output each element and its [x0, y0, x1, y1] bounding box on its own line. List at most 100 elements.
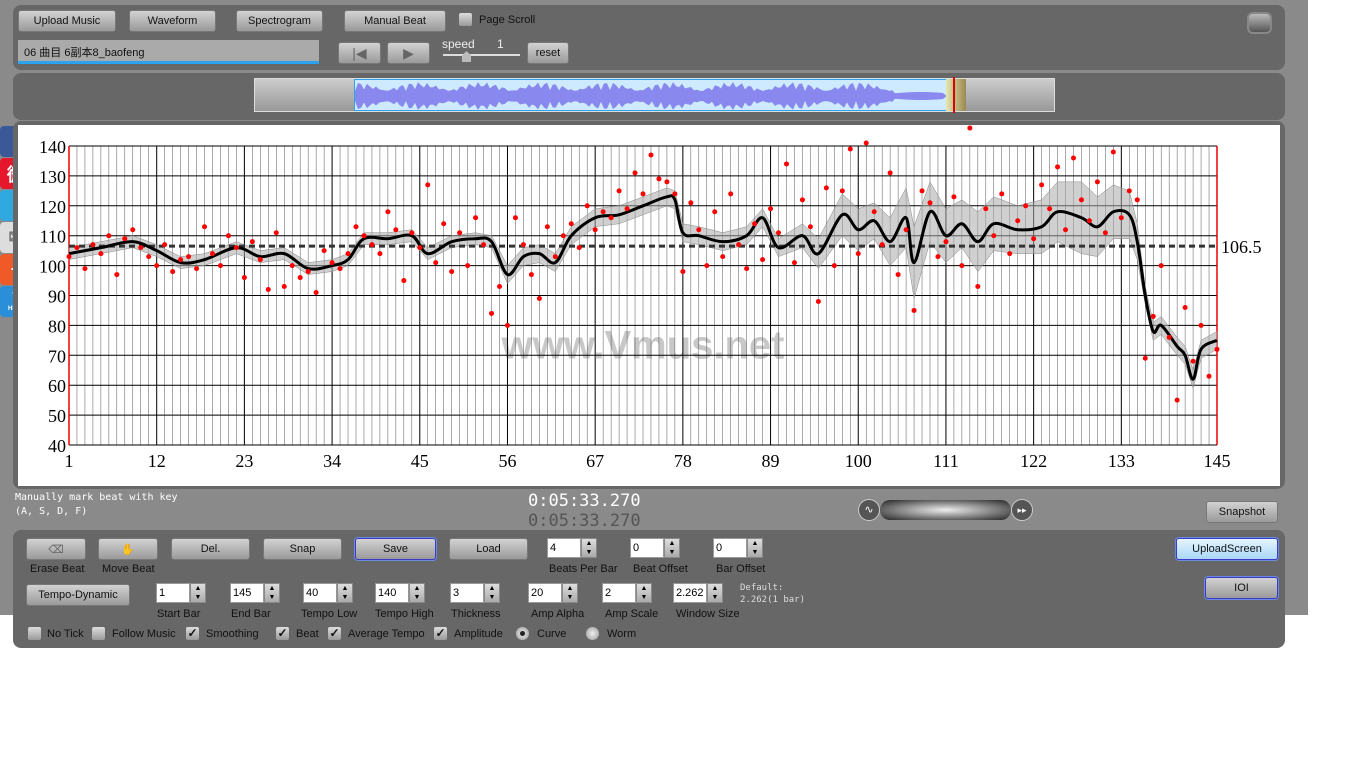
end-bar-stepper[interactable]: 145 ▲ ▼	[230, 583, 280, 605]
tempo-low-label: Tempo Low	[301, 608, 358, 620]
controls-panel: ⌫ Erase Beat ✋ Move Beat Del. Snap Save …	[13, 530, 1285, 648]
stepper-arrows-icon[interactable]: ▲ ▼	[747, 538, 763, 558]
beat-point	[592, 227, 598, 233]
beats-per-bar-value[interactable]: 4	[547, 538, 581, 558]
tempo-low-stepper[interactable]: 40 ▲ ▼	[303, 583, 353, 605]
erase-beat-button[interactable]: ⌫	[26, 538, 86, 560]
stepper-arrows-icon[interactable]: ▲ ▼	[636, 583, 652, 603]
beat-point	[935, 254, 941, 260]
zoom-slider[interactable]	[880, 500, 1011, 520]
manual-beat-button[interactable]: Manual Beat	[344, 10, 446, 32]
stepper-arrows-icon[interactable]: ▲ ▼	[409, 583, 425, 603]
beat-point	[720, 254, 726, 260]
tempo-dynamic-button[interactable]: Tempo-Dynamic	[26, 584, 130, 606]
worm-radio[interactable]	[586, 627, 599, 640]
tempo-chart[interactable]: www.Vmus.net 40 50 60 70 80 90 100 110 120 130 140 1…	[18, 125, 1280, 486]
play-button[interactable]: ▶	[387, 42, 430, 64]
bar-offset-stepper[interactable]: 0 ▲ ▼	[713, 538, 763, 560]
stepper-arrows-icon[interactable]: ▲ ▼	[484, 583, 500, 603]
load-button[interactable]: Load	[449, 538, 528, 560]
beat-point	[409, 230, 415, 236]
start-bar-stepper[interactable]: 1 ▲ ▼	[156, 583, 206, 605]
upload-screen-button[interactable]: UploadScreen	[1176, 538, 1278, 560]
upload-music-button[interactable]: Upload Music	[18, 10, 116, 32]
thickness-stepper[interactable]: 3 ▲ ▼	[450, 583, 500, 605]
amp-alpha-label: Amp Alpha	[531, 608, 585, 620]
file-name-field[interactable]: 06 曲目 6副本8_baofeng	[18, 40, 319, 64]
reset-button[interactable]: reset	[527, 42, 569, 64]
no-tick-checkbox[interactable]	[28, 627, 41, 640]
start-bar-value[interactable]: 1	[156, 583, 190, 603]
window-size-value[interactable]: 2.262	[673, 583, 707, 603]
beat-point	[520, 242, 526, 248]
tempo-high-value[interactable]: 140	[375, 583, 409, 603]
beat-point	[162, 242, 168, 248]
waveform-panel	[13, 73, 1285, 120]
worm-label: Worm	[607, 628, 637, 640]
amp-scale-stepper[interactable]: 2 ▲ ▼	[602, 583, 652, 605]
beat-point	[975, 284, 981, 290]
beat-point	[289, 263, 295, 269]
beat-point	[225, 233, 231, 239]
follow-music-checkbox[interactable]	[92, 627, 105, 640]
beat-point	[473, 215, 479, 221]
thickness-value[interactable]: 3	[450, 583, 484, 603]
wave-icon[interactable]: ∿	[858, 499, 880, 521]
stepper-arrows-icon[interactable]: ▲ ▼	[337, 583, 353, 603]
rewind-button[interactable]: |◀	[338, 42, 381, 64]
stepper-arrows-icon[interactable]: ▲ ▼	[707, 583, 723, 603]
snap-button[interactable]: Snap	[263, 538, 342, 560]
speed-slider[interactable]	[443, 54, 520, 56]
snapshot-button[interactable]: Snapshot	[1206, 501, 1278, 523]
beat-point	[82, 266, 88, 272]
beat-point	[265, 287, 271, 293]
stepper-arrows-icon[interactable]: ▲ ▼	[562, 583, 578, 603]
amp-scale-value[interactable]: 2	[602, 583, 636, 603]
thickness-label: Thickness	[451, 608, 501, 620]
average-tempo-checkbox[interactable]: ✓	[328, 627, 341, 640]
beat-point	[855, 251, 861, 257]
beat-point	[1047, 206, 1053, 212]
delete-button[interactable]: Del.	[171, 538, 250, 560]
beats-per-bar-stepper[interactable]: 4 ▲ ▼	[547, 538, 597, 560]
move-beat-button[interactable]: ✋	[98, 538, 158, 560]
beat-point	[74, 245, 80, 251]
beat-checkbox[interactable]: ✓	[276, 627, 289, 640]
beat-offset-stepper[interactable]: 0 ▲ ▼	[630, 538, 680, 560]
speed-slider-thumb[interactable]	[462, 51, 471, 62]
curve-radio[interactable]	[516, 627, 529, 640]
spectrogram-button[interactable]: Spectrogram	[236, 10, 323, 32]
playhead-marker[interactable]	[953, 77, 955, 113]
stepper-arrows-icon[interactable]: ▲ ▼	[581, 538, 597, 558]
fullscreen-icon[interactable]	[1247, 12, 1272, 34]
x-tick-label: 1	[65, 451, 74, 471]
amp-alpha-stepper[interactable]: 20 ▲ ▼	[528, 583, 578, 605]
end-bar-value[interactable]: 145	[230, 583, 264, 603]
stepper-arrows-icon[interactable]: ▲ ▼	[664, 538, 680, 558]
y-tick-label: 90	[48, 287, 66, 307]
y-tick-label: 80	[48, 316, 66, 336]
beat-point	[249, 239, 255, 245]
waveform-icon[interactable]: ▸▸	[1011, 499, 1033, 521]
bar-offset-value[interactable]: 0	[713, 538, 747, 558]
no-tick-label: No Tick	[47, 628, 84, 640]
ioi-button[interactable]: IOI	[1205, 577, 1278, 599]
amplitude-checkbox[interactable]: ✓	[434, 627, 447, 640]
amp-alpha-value[interactable]: 20	[528, 583, 562, 603]
beat-point	[1206, 373, 1212, 379]
save-button[interactable]: Save	[355, 538, 436, 560]
move-beat-label: Move Beat	[102, 563, 155, 575]
tempo-low-value[interactable]: 40	[303, 583, 337, 603]
waveform-overview[interactable]	[254, 77, 1055, 113]
stepper-arrows-icon[interactable]: ▲ ▼	[264, 583, 280, 603]
beat-point	[927, 200, 933, 206]
beat-point	[640, 191, 646, 197]
smoothing-checkbox[interactable]: ✓	[186, 627, 199, 640]
tempo-high-stepper[interactable]: 140 ▲ ▼	[375, 583, 425, 605]
stepper-arrows-icon[interactable]: ▲ ▼	[190, 583, 206, 603]
page-scroll-checkbox[interactable]	[459, 13, 472, 26]
waveform-button[interactable]: Waveform	[129, 10, 216, 32]
window-size-stepper[interactable]: 2.262 ▲ ▼	[673, 583, 723, 605]
waveform-visible-window[interactable]	[354, 79, 950, 111]
beat-offset-value[interactable]: 0	[630, 538, 664, 558]
